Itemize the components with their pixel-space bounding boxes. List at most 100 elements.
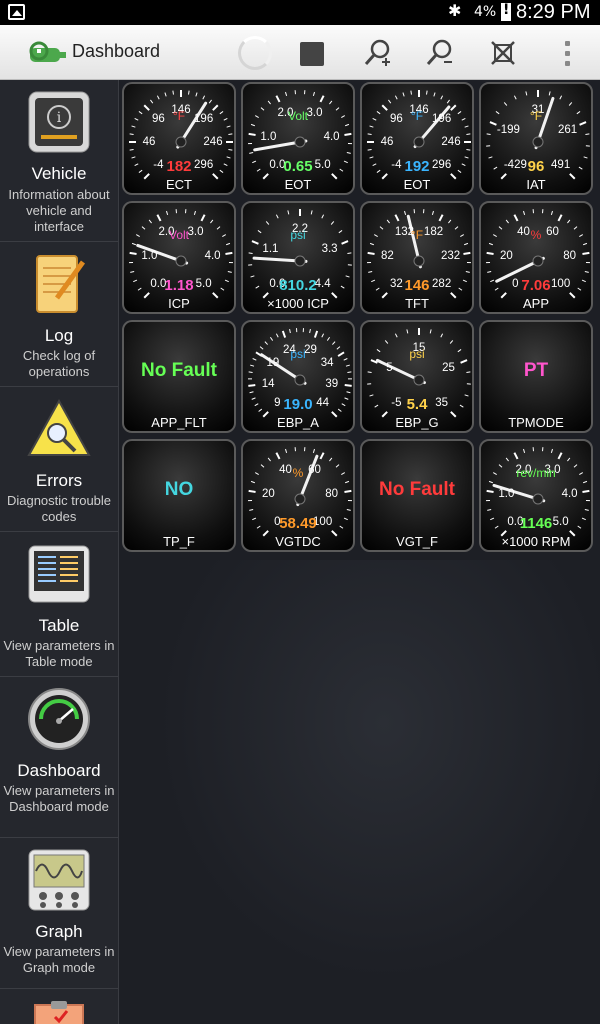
gauge-minor-tick [285, 91, 288, 97]
gauge-minor-tick [582, 480, 588, 484]
action-bar: Dashboard [0, 25, 600, 80]
gauge-minor-tick [329, 457, 333, 462]
gauge-minor-tick [249, 391, 254, 394]
gauge-tick-label: 246 [203, 136, 223, 148]
gauge-app-flt[interactable]: No Fault APP_FLT [122, 320, 236, 433]
gauge-minor-tick [429, 329, 432, 334]
gauge-label: ×1000 ICP [267, 296, 329, 311]
gauge-hub [413, 374, 425, 386]
gauge-tick-label: 1.0 [260, 130, 277, 143]
gauge-label: VGT_F [396, 534, 438, 549]
gauge-vgtdc[interactable]: 0 20 40 60 80 100% 58.49 VGTDC [241, 439, 355, 552]
gauge-vgt-f[interactable]: No Fault VGT_F [360, 439, 474, 552]
gauge-eot[interactable]: 0.0 1.0 2.0 3.0 4.0 5.0 Volt 0.65 EOT [241, 82, 355, 195]
sidebar-item-label: Vehicle [31, 164, 87, 183]
gauge-1000-icp[interactable]: 0.0 1.1 2.2 3.3 4.4 psi 810.2 ×1000 ICP [241, 201, 355, 314]
gauge-value: 7.06 [521, 277, 551, 294]
gauge-tick-label: 46 [142, 136, 156, 148]
gauge-minor-tick [347, 252, 352, 254]
gauge-minor-tick [487, 270, 492, 273]
gauge-minor-tick [466, 371, 471, 373]
gauge-minor-tick [310, 210, 313, 215]
overflow-menu-icon[interactable] [555, 36, 579, 70]
sidebar-item-vehicle[interactable]: i Vehicle Information about vehicle and … [0, 80, 118, 242]
gauge-minor-tick [227, 270, 232, 273]
gauge-minor-tick [394, 95, 398, 100]
gauge-label: APP_FLT [151, 415, 207, 430]
grid-settings-icon[interactable] [486, 36, 520, 70]
gauge-tpmode[interactable]: PT TPMODE [479, 320, 593, 433]
gauge-eot[interactable]: -4 46 96 146 196 246 296 °F 192 EOT [360, 82, 474, 195]
sidebar-item-table[interactable]: Table View parameters in Table mode [0, 532, 118, 677]
gauge-label: EOT [284, 177, 312, 192]
sidebar-item-label: Errors [35, 471, 83, 490]
gauge-hub [294, 493, 306, 505]
gauge-major-tick [275, 95, 281, 103]
gauge-iat[interactable]: -429 -199 31 261 491 °F 96 IAT [479, 82, 593, 195]
gauge-hub [532, 255, 544, 267]
sidebar-item-log[interactable]: Log Check log of operations [0, 242, 118, 387]
zoom-out-icon[interactable] [422, 36, 456, 70]
gauge-minor-tick [264, 341, 268, 345]
gauge-major-tick [438, 214, 444, 222]
gauge-minor-tick [567, 457, 571, 462]
gauge-tick-label: 39 [325, 377, 339, 390]
gauge-minor-tick [550, 448, 553, 454]
gauge-minor-tick [289, 328, 291, 334]
gallery-notification-icon [8, 4, 25, 20]
gauge-label: TPMODE [508, 415, 564, 430]
gauge-major-tick [344, 384, 352, 387]
gauge-major-tick [156, 214, 162, 222]
sidebar-item-dashboard[interactable]: Dashboard View parameters in Dashboard m… [0, 677, 118, 838]
sidebar-item-partial[interactable] [0, 989, 118, 1024]
warning-icon [27, 398, 91, 456]
gauge-major-tick [486, 251, 494, 255]
sidebar-item-errors[interactable]: Errors Diagnostic trouble codes [0, 387, 118, 532]
gauge-minor-tick [440, 95, 444, 100]
status-bar: ✱ 4% 8:29 PM [0, 0, 600, 25]
gauge-minor-tick [369, 125, 374, 128]
gauge-tick-label: 4.0 [204, 249, 221, 262]
gauge-minor-tick [394, 333, 398, 338]
gauge-label: EOT [403, 177, 431, 192]
gauge-tft[interactable]: 32 82 132 182 232 282 °F 146 TFT [360, 201, 474, 314]
sidebar-item-desc: Diagnostic trouble codes [6, 493, 112, 524]
gauge-major-tick [275, 452, 281, 460]
zoom-in-icon[interactable] [360, 36, 394, 70]
gauge-minor-tick [285, 448, 288, 454]
gauge-minor-tick [321, 333, 325, 338]
gauge-1000-rpm[interactable]: 0.0 1.0 2.0 3.0 4.0 5.0 rev/min 1146 ×1000 RPM [479, 439, 593, 552]
gauge-unit: psi [290, 228, 306, 242]
gauge-tp-f[interactable]: NO TP_F [122, 439, 236, 552]
gauge-icp[interactable]: 0.0 1.0 2.0 3.0 4.0 5.0 Volt 1.18 ICP [122, 201, 236, 314]
gauge-minor-tick [402, 92, 405, 97]
gauge-minor-tick [465, 270, 470, 273]
gauge-minor-tick [523, 448, 526, 454]
bluetooth-icon: ✱ [448, 1, 462, 20]
gauge-minor-tick [367, 133, 372, 135]
app-logo-icon[interactable] [28, 40, 68, 66]
gauge-minor-tick [326, 336, 331, 341]
gauge-label: TP_F [163, 534, 195, 549]
gauge-tick-label: 4.0 [561, 487, 578, 500]
gauge-minor-tick [225, 242, 231, 246]
gauge-ebp-a[interactable]: 9 14 19 24 29 34 39 44 psi 19.0 EBP_A [241, 320, 355, 433]
gauge-major-tick [200, 214, 206, 222]
gauge-major-tick [319, 95, 325, 103]
gauge-minor-tick [386, 219, 390, 224]
gauge-minor-tick [404, 210, 407, 216]
gauge-hub [175, 136, 187, 148]
gauge-tick-label: 3.3 [321, 242, 338, 255]
gauge-app[interactable]: 0 20 40 60 80 100% 7.06 APP [479, 201, 593, 314]
gauge-ebp-g[interactable]: -5 5 15 25 35 psi 5.4 EBP_G [360, 320, 474, 433]
sidebar-item-desc: Information about vehicle and interface [8, 187, 110, 234]
gauge-tick-label: -199 [496, 123, 520, 136]
stop-button[interactable] [294, 36, 328, 70]
gauge-major-tick [248, 132, 256, 136]
gauge-ect[interactable]: -4 46 96 146 196 246 296 °F 182 ECT [122, 82, 236, 195]
sidebar-item-graph[interactable]: Graph View parameters in Graph mode [0, 838, 118, 989]
oscilloscope-icon [28, 849, 90, 911]
gauge-minor-tick [188, 90, 190, 95]
gauge-minor-tick [464, 125, 469, 128]
gauge-minor-tick [312, 91, 315, 97]
